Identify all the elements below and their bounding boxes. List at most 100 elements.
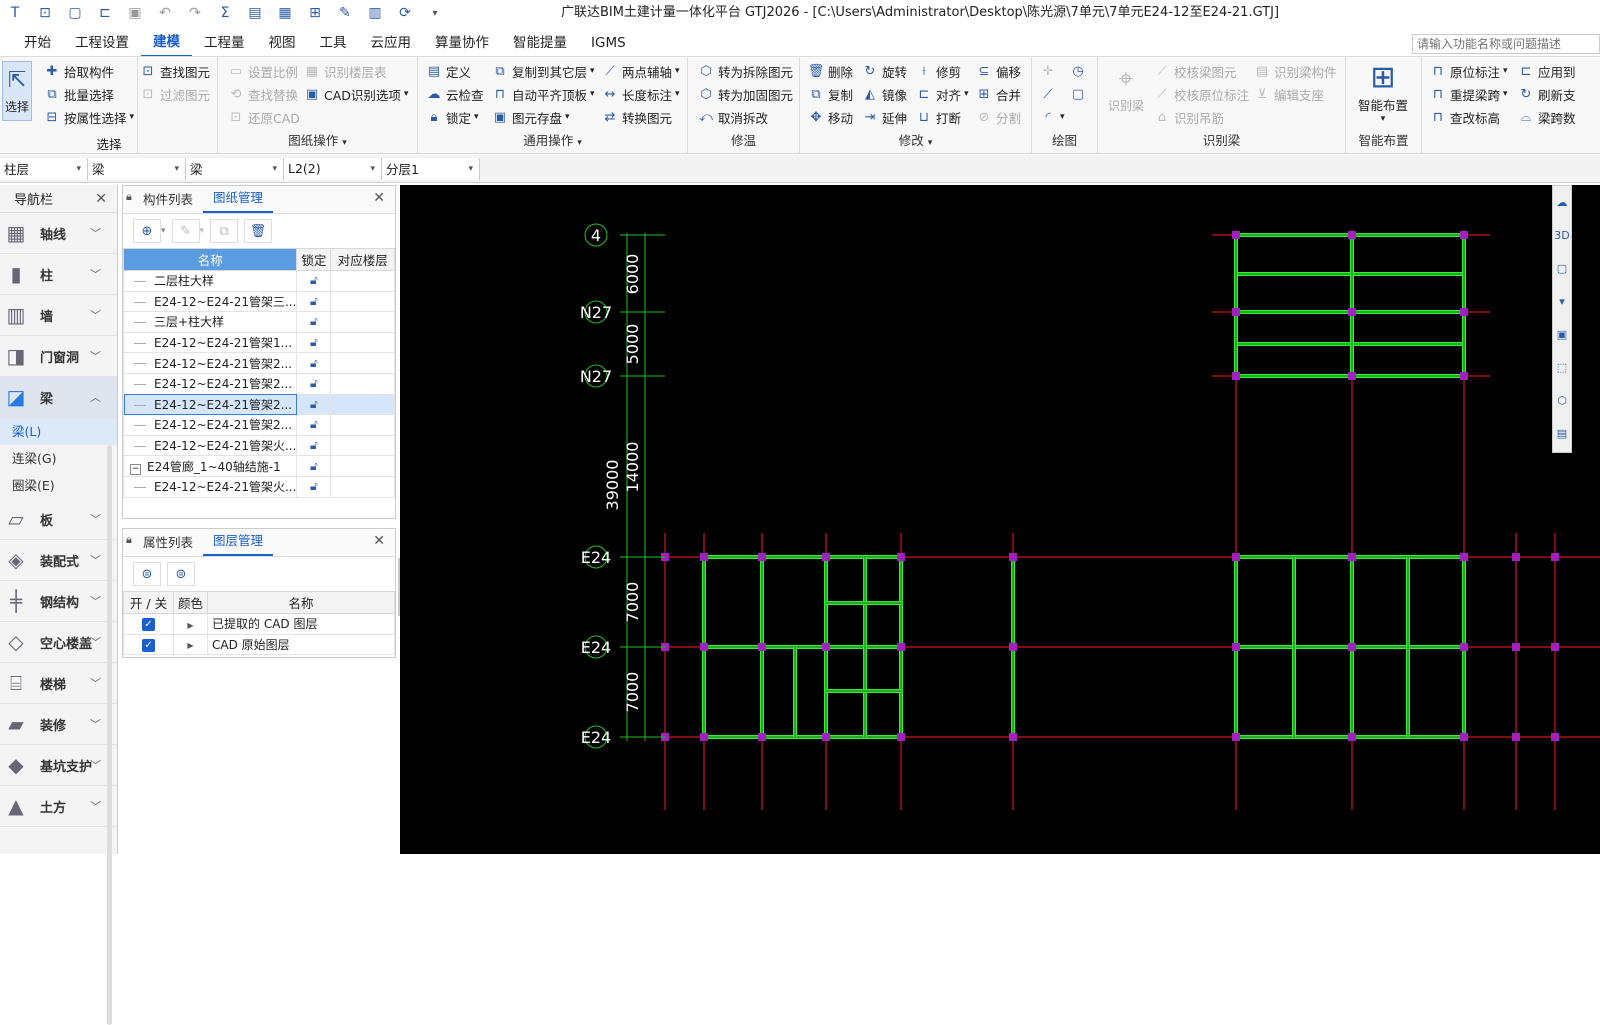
column-node[interactable] [1348, 372, 1356, 380]
cad-canvas[interactable]: 4 N27 N27 E24 E24 E24 6000 5000 14000 39000 7000 70… [400, 185, 1600, 854]
tab-layer-management[interactable]: 图层管理 [203, 528, 274, 556]
layer-color-cell[interactable]: ▶ [173, 613, 208, 635]
menu-view[interactable]: 视图 [257, 30, 308, 56]
lock-cell[interactable]: 🔓︎ [296, 331, 332, 354]
menu-cloud[interactable]: 云应用 [359, 30, 424, 56]
table-row[interactable]: − E24管廊_1~40轴结施-1 🔓︎ [122, 455, 395, 477]
chevron-down-icon[interactable]: ﹀ [90, 552, 101, 568]
view-layer-icon[interactable]: ▣ [1553, 318, 1571, 351]
customize-dropdown-icon[interactable]: ▾ [422, 2, 448, 24]
batch-select-button[interactable]: ⧉ 批量选择 [44, 83, 114, 105]
lock-button[interactable]: 🔒︎ 锁定 ▾ [426, 106, 479, 128]
column-node[interactable] [1460, 308, 1468, 316]
view-select-icon[interactable]: ⬚ [1553, 351, 1571, 384]
chevron-down-icon[interactable]: ﹀ [90, 225, 101, 241]
trim-button[interactable]: ⟊ 修剪 [916, 60, 961, 82]
column-node[interactable] [1232, 308, 1240, 316]
length-dimension-button[interactable]: ↔ 长度标注 ▾ [602, 83, 680, 105]
define-button[interactable]: ▤ 定义 [426, 60, 471, 82]
chevron-down-icon[interactable]: ﹀ [90, 307, 101, 323]
chevron-down-icon[interactable]: ﹀ [90, 348, 101, 364]
component-name-dropdown[interactable]: L2(2) ▾ [284, 157, 382, 180]
nav-item-10[interactable]: ▰ 装修 ﹀ [0, 704, 117, 745]
to-demolish-button[interactable]: ⬡ 转为拆除图元 [698, 60, 793, 82]
save-element-button[interactable]: ▣ 图元存盘 ▾ [492, 106, 570, 128]
column-node[interactable] [700, 733, 708, 741]
unlock-icon[interactable]: 🔓︎ [310, 314, 318, 328]
column-node[interactable] [1460, 372, 1468, 380]
lock-cell[interactable]: 🔓︎ [296, 455, 332, 477]
column-node[interactable] [1460, 643, 1468, 651]
unlock-icon[interactable]: 🔓︎ [310, 417, 318, 431]
auto-align-slab-button[interactable]: ⊓ 自动平齐顶板 ▾ [492, 83, 595, 105]
two-point-axis-button[interactable]: ⟋ 两点辅轴 ▾ [602, 60, 679, 82]
break-button[interactable]: ⊔ 打断 [916, 106, 961, 128]
table-row[interactable]: E24-12~E24-21管架火... 🔓︎ [122, 475, 395, 498]
add-drawing-icon[interactable]: ⊕ [133, 219, 161, 243]
nav-item-2[interactable]: ▥ 墙 ﹀ [0, 295, 117, 336]
draw-line-button[interactable]: ⟋ [1040, 83, 1060, 105]
column-node[interactable] [1512, 553, 1520, 561]
draw-point-button[interactable]: ✛ [1040, 60, 1060, 82]
layer-checkbox[interactable]: ✓ [142, 638, 155, 652]
unlock-icon[interactable]: 🔓︎ [310, 479, 318, 493]
check-beam-button[interactable]: ⟋ 校核梁图元 [1154, 60, 1236, 82]
unlock-icon[interactable]: 🔓︎ [310, 376, 318, 390]
ruler-icon[interactable]: ▥ [362, 2, 388, 24]
beam-span-count-button[interactable]: ⌓ 梁跨数 [1518, 106, 1576, 128]
column-node[interactable] [1551, 553, 1559, 561]
find-replace-button[interactable]: ⟲ 查找替换 [228, 83, 298, 105]
table-row[interactable]: E24-12~E24-21管架三... 🔓︎ [122, 290, 395, 313]
pin-icon[interactable]: 🔒︎ [126, 190, 132, 204]
hide-cad-layer-icon[interactable]: ⊜ [167, 562, 195, 586]
nav-item-0[interactable]: ▦ 轴线 ﹀ [0, 213, 117, 254]
rotate-button[interactable]: ↻ 旋转 [862, 60, 907, 82]
undo-icon[interactable]: ↶ [152, 2, 178, 24]
column-node[interactable] [897, 733, 905, 741]
column-node[interactable] [1348, 733, 1356, 741]
component-subtype-dropdown[interactable]: 梁 ▾ [186, 157, 284, 180]
nav-subitem-0[interactable]: 梁(L) [0, 418, 117, 445]
copy-to-floor-button[interactable]: ⧉ 复制到其它层 ▾ [492, 60, 594, 82]
lock-cell[interactable]: 🔓︎ [296, 475, 332, 498]
table-row[interactable]: E24-12~E24-21管架1... 🔓︎ [122, 331, 395, 354]
align-button[interactable]: ⊏ 对齐 ▾ [916, 83, 969, 105]
floor-cell[interactable] [330, 270, 395, 292]
column-node[interactable] [1232, 231, 1240, 239]
new-project-icon[interactable]: ⊡ [32, 2, 58, 24]
axis-label[interactable]: E24 [581, 548, 611, 567]
nav-item-8[interactable]: ◇ 空心楼盖 ﹀ [0, 622, 117, 663]
nav-item-11[interactable]: ◆ 基坑支护 ﹀ [0, 745, 117, 786]
floor-cell[interactable] [330, 331, 395, 354]
component-type-dropdown[interactable]: 梁 ▾ [88, 157, 186, 180]
table-row[interactable]: E24-12~E24-21管架2... 🔓︎ [122, 352, 395, 374]
lock-cell[interactable]: 🔓︎ [296, 290, 332, 313]
view-box-icon[interactable]: ▢ [1553, 252, 1571, 285]
close-layers-panel-icon[interactable]: ✕ [373, 533, 385, 549]
column-node[interactable] [1232, 643, 1240, 651]
split-button[interactable]: ⊘ 分割 [976, 106, 1021, 128]
check-height-button[interactable]: ⊓ 查改标高 [1430, 106, 1500, 128]
table-row[interactable]: E24-12~E24-21管架2... 🔓︎ [122, 372, 395, 395]
nav-subitem-1[interactable]: 连梁(G) [0, 445, 117, 472]
recognize-beam-button[interactable]: ⌖ 识别梁 [1104, 61, 1148, 114]
tab-drawing-management[interactable]: 图纸管理 [203, 185, 274, 213]
column-node[interactable] [1348, 553, 1356, 561]
recognize-hanger-button[interactable]: ⌂ 识别吊筋 [1154, 106, 1224, 128]
redo-icon[interactable]: ↷ [182, 2, 208, 24]
column-node[interactable] [897, 643, 905, 651]
layer-dropdown[interactable]: 分层1 ▾ [382, 157, 480, 180]
floor-cell[interactable] [330, 475, 395, 498]
draw-arc-button[interactable]: ◜ ▾ [1040, 106, 1064, 128]
column-node[interactable] [1460, 733, 1468, 741]
move-button[interactable]: ✥ 移动 [808, 106, 853, 128]
chevron-down-icon[interactable]: ﹀ [90, 675, 101, 691]
column-node[interactable] [700, 643, 708, 651]
tab-component-list[interactable]: 构件列表 [133, 187, 203, 213]
nav-item-3[interactable]: ◨ 门窗洞 ﹀ [0, 336, 117, 377]
open-folder-icon[interactable]: ⊏ [92, 2, 118, 24]
column-node[interactable] [1232, 372, 1240, 380]
close-drawings-panel-icon[interactable]: ✕ [373, 190, 385, 206]
menu-modeling[interactable]: 建模 [141, 29, 192, 57]
floor-cell[interactable] [330, 372, 395, 395]
